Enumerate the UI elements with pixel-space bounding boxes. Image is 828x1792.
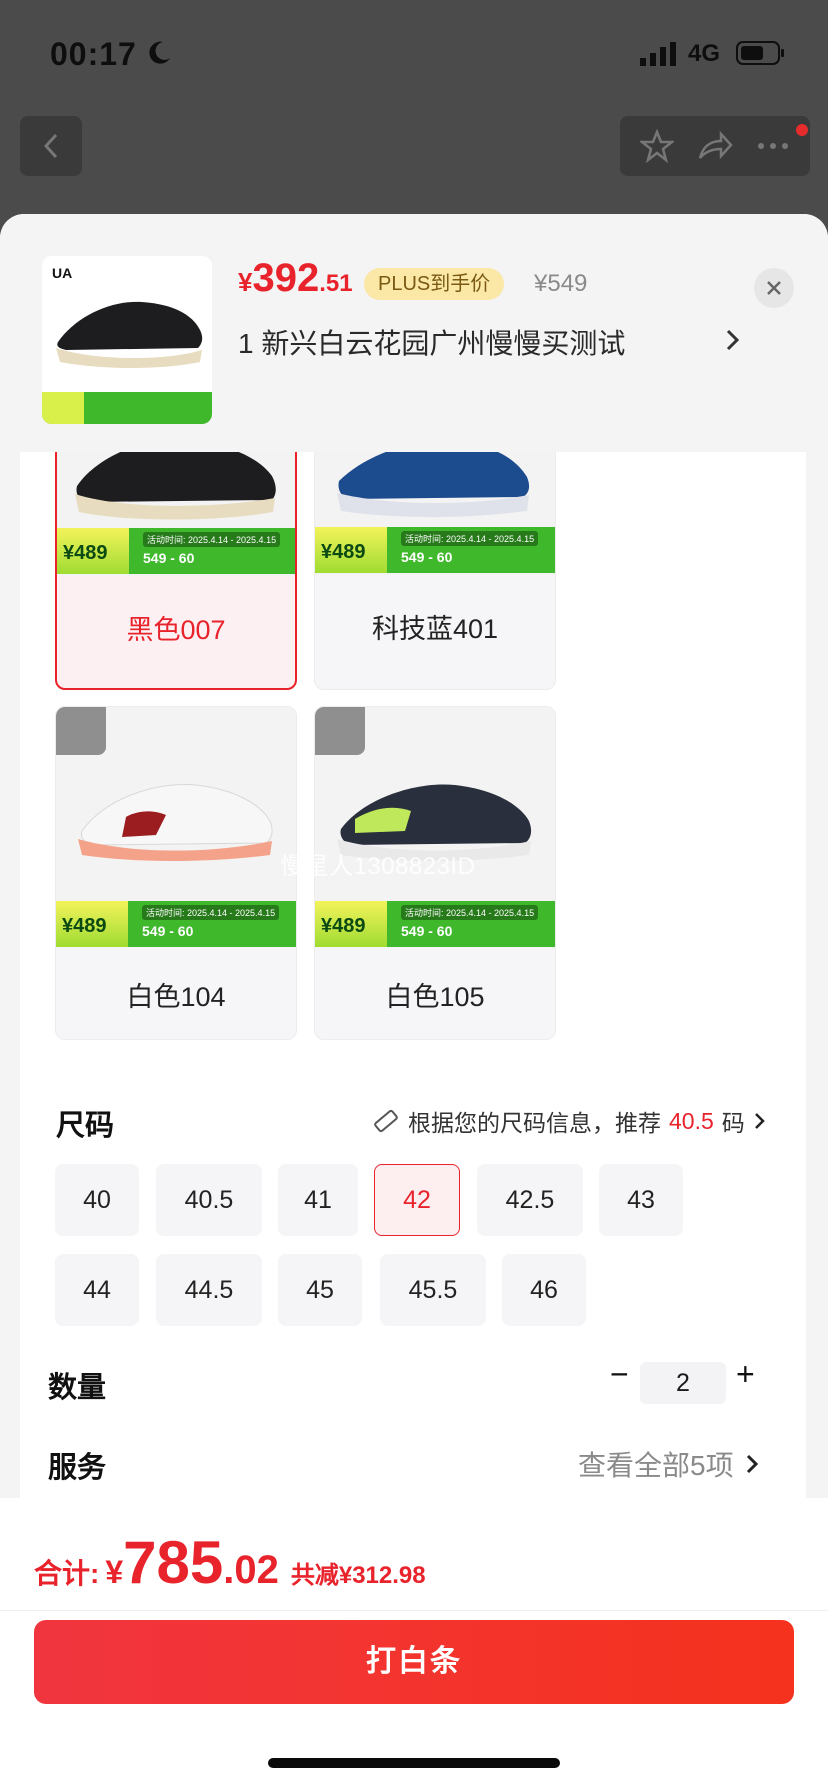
color-label: 黑色007	[126, 615, 226, 645]
watermark: 慢星人1308823ID	[280, 853, 476, 880]
svg-text:UA: UA	[52, 265, 72, 281]
product-thumbnail: UA	[42, 256, 212, 424]
status-time: 00:17	[50, 36, 137, 72]
network-label: 4G	[688, 40, 721, 67]
size-chip-41[interactable]: 41	[278, 1164, 358, 1236]
home-indicator	[268, 1758, 560, 1768]
color-label: 白色104	[126, 982, 226, 1012]
more-icon[interactable]	[756, 141, 790, 151]
brand-badge	[315, 707, 365, 755]
quantity-title: 数量	[48, 1372, 107, 1404]
chevron-right-icon	[754, 1113, 765, 1129]
delivery-address[interactable]: 1 新兴白云花园广州慢慢买测试	[238, 322, 625, 362]
color-option-white-104[interactable]: ¥489 活动时间: 2025.4.14 - 2025.4.15 549 - 6…	[55, 706, 297, 1040]
size-chip-46[interactable]: 46	[502, 1254, 586, 1326]
size-chip-43[interactable]: 43	[599, 1164, 683, 1236]
total-saving: 共减¥312.98	[290, 1562, 426, 1589]
pay-with-baitiao-button[interactable]: 打白条	[34, 1620, 794, 1704]
chevron-right-icon[interactable]	[722, 326, 744, 354]
quantity-input[interactable]: 2	[640, 1362, 726, 1404]
checkout-footer: 合计: ¥ 785 .02 共减¥312.98 打白条	[0, 1498, 828, 1792]
notification-dot	[796, 124, 808, 136]
size-chip-42[interactable]: 42	[374, 1164, 460, 1236]
plus-price-badge: PLUS到手价	[364, 268, 505, 300]
color-label: 科技蓝401	[371, 614, 499, 644]
promo-strip: ¥489 活动时间: 2025.4.14 - 2025.4.15 549 - 6…	[315, 901, 555, 947]
quantity-decrement-button[interactable]: −	[610, 1356, 629, 1393]
close-button[interactable]	[754, 268, 794, 308]
promo-strip: ¥489 活动时间: 2025.4.14 - 2025.4.15 549 - 6…	[56, 901, 296, 947]
back-button[interactable]	[20, 116, 82, 176]
signal-icon	[640, 42, 676, 66]
color-label: 白色105	[385, 982, 485, 1012]
color-option-black[interactable]: ¥489 活动时间: 2025.4.14 - 2025.4.15 549 - 6…	[55, 414, 297, 690]
chevron-right-icon	[746, 1454, 758, 1474]
sku-header: UA ¥ 392 .51 PLUS到手价 ¥549 1 新兴白云花园广州慢慢买测…	[0, 214, 828, 452]
share-icon[interactable]	[697, 130, 733, 162]
size-recommendation[interactable]: 根据您的尺码信息，推荐 40.5 码	[372, 1104, 767, 1138]
quantity-increment-button[interactable]: +	[736, 1356, 755, 1393]
brand-badge	[56, 707, 106, 755]
color-option-tech-blue[interactable]: ¥489 活动时间: 2025.4.14 - 2025.4.15 549 - 6…	[314, 414, 556, 690]
moon-icon	[149, 41, 170, 64]
chevron-left-icon	[43, 133, 58, 159]
battery-icon	[736, 41, 784, 65]
original-price: ¥549	[534, 270, 588, 297]
promo-strip: ¥489 活动时间: 2025.4.14 - 2025.4.15 549 - 6…	[315, 527, 555, 573]
current-price: 392	[252, 256, 320, 300]
size-chip-40-5[interactable]: 40.5	[156, 1164, 262, 1236]
size-chip-44-5[interactable]: 44.5	[156, 1254, 262, 1326]
star-icon[interactable]	[639, 129, 674, 163]
service-title: 服务	[48, 1452, 107, 1484]
divider	[0, 1610, 828, 1611]
service-view-all-link[interactable]: 查看全部5项	[578, 1444, 760, 1484]
promo-strip: ¥489 活动时间: 2025.4.14 - 2025.4.15 549 - 6…	[57, 528, 295, 574]
shoe-image	[56, 707, 296, 903]
top-actions	[620, 116, 810, 176]
size-chip-45[interactable]: 45	[278, 1254, 362, 1326]
size-chip-44[interactable]: 44	[55, 1254, 139, 1326]
ruler-icon	[374, 1109, 398, 1133]
total-row: 合计: ¥ 785 .02 共减¥312.98	[34, 1529, 426, 1596]
product-thumbnail-image: UA	[42, 265, 212, 424]
size-chip-42-5[interactable]: 42.5	[477, 1164, 583, 1236]
status-bar: 00:17 4G	[0, 0, 828, 104]
price-row: ¥ 392 .51	[238, 256, 353, 300]
size-section-title: 尺码	[56, 1110, 115, 1142]
total-label: 合计:	[34, 1558, 100, 1589]
close-icon	[767, 281, 781, 295]
size-chip-40[interactable]: 40	[55, 1164, 139, 1236]
total-amount: 785	[123, 1529, 224, 1596]
size-chip-45-5[interactable]: 45.5	[380, 1254, 486, 1326]
